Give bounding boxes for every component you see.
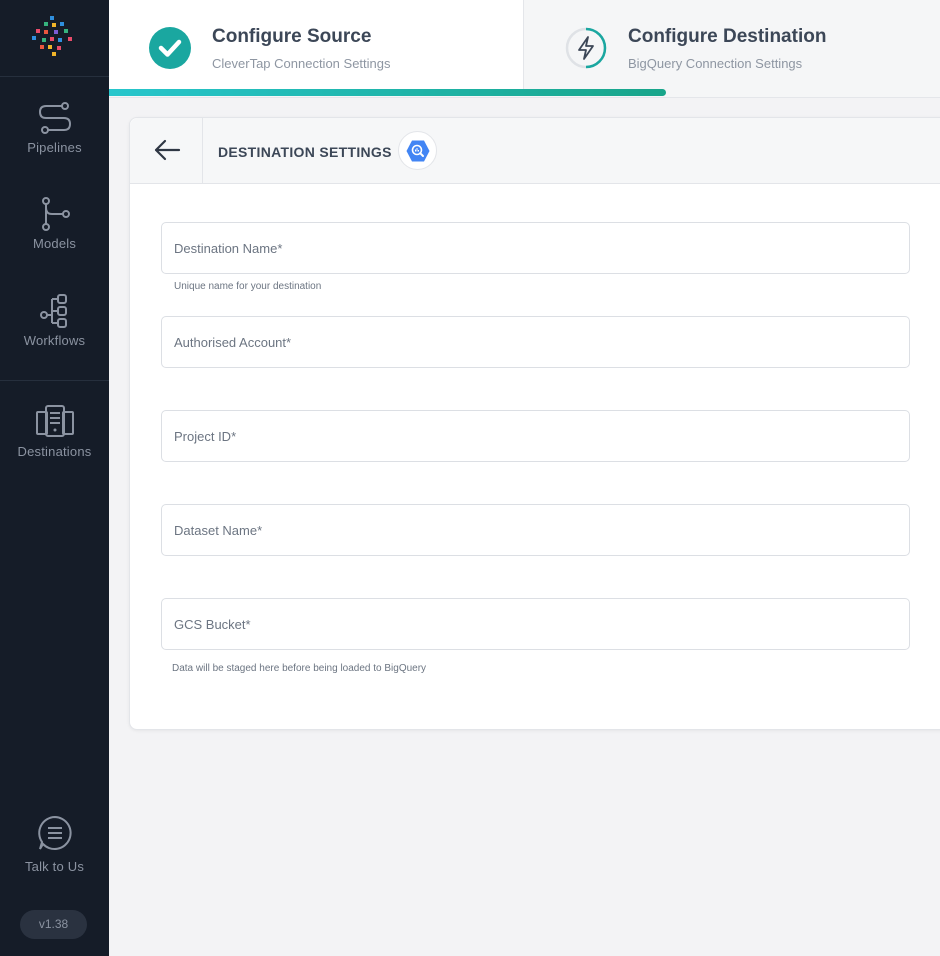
sidebar-item-pipelines[interactable]: Pipelines — [0, 100, 109, 155]
card-title: DESTINATION SETTINGS — [218, 144, 392, 160]
card-header: DESTINATION SETTINGS — [130, 118, 940, 184]
app-logo[interactable] — [0, 0, 109, 77]
destination-name-field[interactable] — [161, 222, 910, 274]
arrow-left-icon — [154, 139, 181, 161]
dataset-name-input[interactable] — [162, 505, 909, 555]
sidebar-item-label: Workflows — [23, 333, 86, 348]
models-icon — [41, 197, 70, 231]
bigquery-icon — [406, 140, 430, 162]
sidebar-divider — [0, 380, 109, 381]
pipelines-icon — [38, 102, 71, 134]
step-configure-source[interactable]: Configure Source CleverTap Connection Se… — [109, 0, 524, 90]
chat-icon — [37, 815, 72, 850]
gcs-bucket-field[interactable] — [161, 598, 910, 650]
bigquery-logo — [398, 131, 437, 170]
sidebar-item-workflows[interactable]: Workflows — [0, 293, 109, 348]
project-id-input[interactable] — [162, 411, 909, 461]
destination-settings-card: DESTINATION SETTINGS Unique name for you… — [129, 117, 940, 730]
progress-bar — [109, 89, 666, 96]
step-complete-icon — [149, 27, 191, 69]
logo-icon — [32, 16, 72, 56]
checkmark-icon — [158, 39, 182, 57]
back-button[interactable] — [130, 118, 203, 183]
lightning-icon — [565, 27, 607, 69]
workflows-icon — [39, 294, 67, 328]
sidebar-item-label: Models — [32, 236, 77, 251]
dataset-name-field[interactable] — [161, 504, 910, 556]
sidebar: Pipelines Models Workflows Destinations … — [0, 0, 109, 956]
stepper: Configure Source CleverTap Connection Se… — [109, 0, 940, 98]
step-title: Configure Source — [212, 26, 372, 47]
destination-name-input[interactable] — [162, 223, 909, 273]
step-active-icon — [565, 27, 607, 69]
authorised-account-input[interactable] — [162, 317, 909, 367]
version-badge: v1.38 — [20, 910, 87, 939]
authorised-account-field[interactable] — [161, 316, 910, 368]
gcs-bucket-input[interactable] — [162, 599, 909, 649]
sidebar-item-label: Pipelines — [27, 140, 82, 155]
sidebar-item-models[interactable]: Models — [0, 196, 109, 251]
step-title: Configure Destination — [628, 26, 827, 47]
talk-to-us-label: Talk to Us — [24, 859, 85, 874]
step-subtitle: BigQuery Connection Settings — [628, 56, 803, 71]
destinations-icon — [35, 405, 74, 437]
gcs-bucket-hint: Data will be staged here before being lo… — [172, 663, 427, 674]
step-subtitle: CleverTap Connection Settings — [212, 56, 391, 71]
sidebar-item-destinations[interactable]: Destinations — [0, 404, 109, 459]
project-id-field[interactable] — [161, 410, 910, 462]
talk-to-us-button[interactable]: Talk to Us — [0, 815, 109, 874]
destination-name-hint: Unique name for your destination — [174, 281, 322, 292]
sidebar-item-label: Destinations — [17, 444, 92, 459]
